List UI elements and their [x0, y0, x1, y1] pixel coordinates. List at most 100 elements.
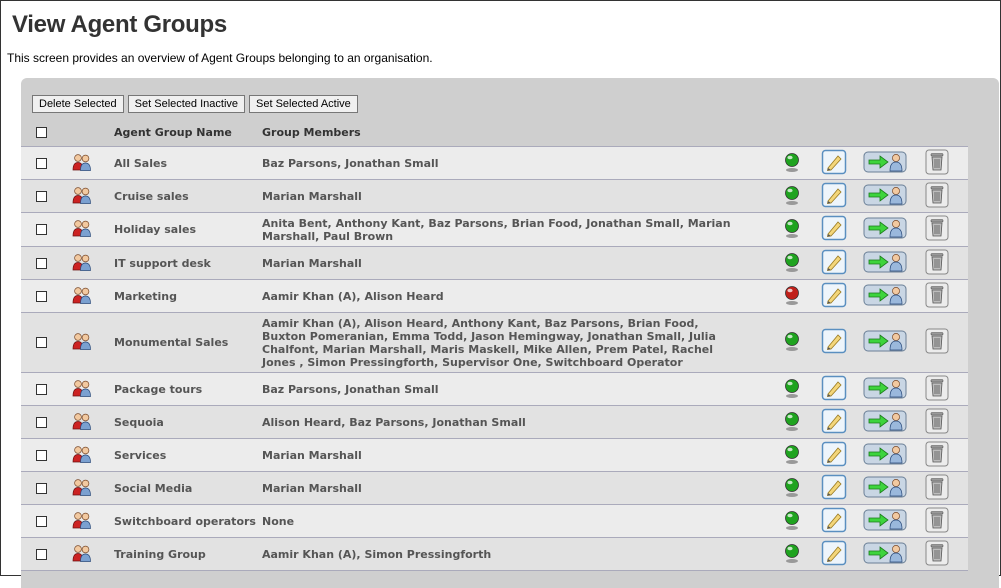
table-row: Cruise sales Marian Marshall	[21, 179, 968, 213]
assign-agents-icon[interactable]	[863, 442, 925, 469]
assign-agents-icon[interactable]	[863, 183, 925, 210]
row-checkbox[interactable]	[36, 337, 47, 348]
row-checkbox[interactable]	[36, 224, 47, 235]
row-checkbox[interactable]	[36, 449, 47, 461]
edit-icon[interactable]	[821, 441, 863, 470]
trash-icon[interactable]	[925, 441, 968, 470]
agent-group-icon	[72, 379, 114, 400]
status-dot-icon[interactable]	[783, 184, 821, 209]
edit-icon[interactable]	[821, 149, 863, 178]
edit-icon[interactable]	[821, 282, 863, 311]
trash-icon[interactable]	[925, 474, 968, 503]
trash-icon[interactable]	[925, 215, 968, 244]
set-selected-active-button[interactable]: Set Selected Active	[249, 95, 358, 113]
status-dot-icon[interactable]	[783, 251, 821, 276]
table-row: Monumental Sales Aamir Khan (A), Alison H…	[21, 312, 968, 373]
group-members: None	[262, 504, 777, 538]
group-name: Services	[114, 438, 262, 472]
table-body: All Sales Baz Parsons, Jonathan Small Crui…	[21, 146, 968, 571]
row-checkbox[interactable]	[36, 290, 47, 302]
edit-icon[interactable]	[821, 328, 863, 357]
assign-agents-icon[interactable]	[863, 150, 925, 177]
delete-selected-button[interactable]: Delete Selected	[32, 95, 124, 113]
row-checkbox[interactable]	[36, 383, 47, 395]
trash-icon[interactable]	[925, 282, 968, 311]
set-selected-inactive-button[interactable]: Set Selected Inactive	[127, 95, 246, 113]
trash-icon[interactable]	[925, 149, 968, 178]
assign-agents-icon[interactable]	[863, 216, 925, 243]
table-row: Sequoia Alison Heard, Baz Parsons, Jonath…	[21, 405, 968, 439]
assign-agents-icon[interactable]	[863, 409, 925, 436]
table-row: Switchboard operators None	[21, 504, 968, 538]
row-checkbox[interactable]	[36, 482, 47, 494]
group-name: Social Media	[114, 471, 262, 505]
group-members: Marian Marshall	[262, 179, 777, 213]
status-dot-icon[interactable]	[783, 443, 821, 468]
trash-icon[interactable]	[925, 507, 968, 536]
group-name: Package tours	[114, 372, 262, 406]
group-name: Monumental Sales	[114, 312, 262, 373]
assign-agents-icon[interactable]	[863, 475, 925, 502]
group-members: Alison Heard, Baz Parsons, Jonathan Smal…	[262, 405, 777, 439]
group-members: Aamir Khan (A), Simon Pressingforth	[262, 537, 777, 571]
edit-icon[interactable]	[821, 408, 863, 437]
trash-icon[interactable]	[925, 375, 968, 404]
edit-icon[interactable]	[821, 215, 863, 244]
group-name: Marketing	[114, 279, 262, 313]
column-header-members: Group Members	[262, 118, 777, 147]
agent-group-icon	[72, 186, 114, 207]
row-checkbox[interactable]	[36, 416, 47, 428]
edit-icon[interactable]	[821, 507, 863, 536]
row-checkbox[interactable]	[36, 548, 47, 560]
group-members: Marian Marshall	[262, 471, 777, 505]
row-checkbox[interactable]	[36, 157, 47, 169]
agent-group-icon	[72, 445, 114, 466]
row-checkbox[interactable]	[36, 515, 47, 527]
status-dot-icon[interactable]	[783, 509, 821, 534]
page-title: View Agent Groups	[12, 11, 227, 38]
row-checkbox[interactable]	[36, 257, 47, 269]
status-dot-icon[interactable]	[783, 542, 821, 567]
status-dot-icon[interactable]	[783, 284, 821, 309]
edit-icon[interactable]	[821, 474, 863, 503]
group-name: All Sales	[114, 146, 262, 180]
group-members: Baz Parsons, Jonathan Small	[262, 372, 777, 406]
group-members: Marian Marshall	[262, 246, 777, 280]
status-dot-icon[interactable]	[783, 410, 821, 435]
group-name: Sequoia	[114, 405, 262, 439]
assign-agents-icon[interactable]	[863, 508, 925, 535]
assign-agents-icon[interactable]	[863, 329, 925, 356]
assign-agents-icon[interactable]	[863, 541, 925, 568]
group-members: Aamir Khan (A), Alison Heard, Anthony Ka…	[262, 312, 777, 373]
assign-agents-icon[interactable]	[863, 376, 925, 403]
agent-group-icon	[72, 153, 114, 174]
trash-icon[interactable]	[925, 182, 968, 211]
edit-icon[interactable]	[821, 249, 863, 278]
edit-icon[interactable]	[821, 182, 863, 211]
status-dot-icon[interactable]	[783, 151, 821, 176]
status-dot-icon[interactable]	[783, 377, 821, 402]
row-checkbox[interactable]	[36, 190, 47, 202]
assign-agents-icon[interactable]	[863, 250, 925, 277]
trash-icon[interactable]	[925, 249, 968, 278]
agent-groups-panel: Delete Selected Set Selected Inactive Set …	[21, 78, 999, 588]
status-dot-icon[interactable]	[783, 217, 821, 242]
agent-group-icon	[72, 511, 114, 532]
trash-icon[interactable]	[925, 540, 968, 569]
toolbar: Delete Selected Set Selected Inactive Set …	[32, 92, 362, 113]
group-name: IT support desk	[114, 246, 262, 280]
table-row: Training Group Aamir Khan (A), Simon Pres…	[21, 537, 968, 571]
group-members: Baz Parsons, Jonathan Small	[262, 146, 777, 180]
status-dot-icon[interactable]	[783, 330, 821, 355]
page-description: This screen provides an overview of Agen…	[7, 51, 433, 65]
trash-icon[interactable]	[925, 408, 968, 437]
agent-group-icon	[72, 219, 114, 240]
status-dot-icon[interactable]	[783, 476, 821, 501]
select-all-checkbox[interactable]	[36, 126, 47, 138]
trash-icon[interactable]	[925, 328, 968, 357]
group-name: Holiday sales	[114, 212, 262, 247]
table-row: Social Media Marian Marshall	[21, 471, 968, 505]
assign-agents-icon[interactable]	[863, 283, 925, 310]
edit-icon[interactable]	[821, 375, 863, 404]
edit-icon[interactable]	[821, 540, 863, 569]
